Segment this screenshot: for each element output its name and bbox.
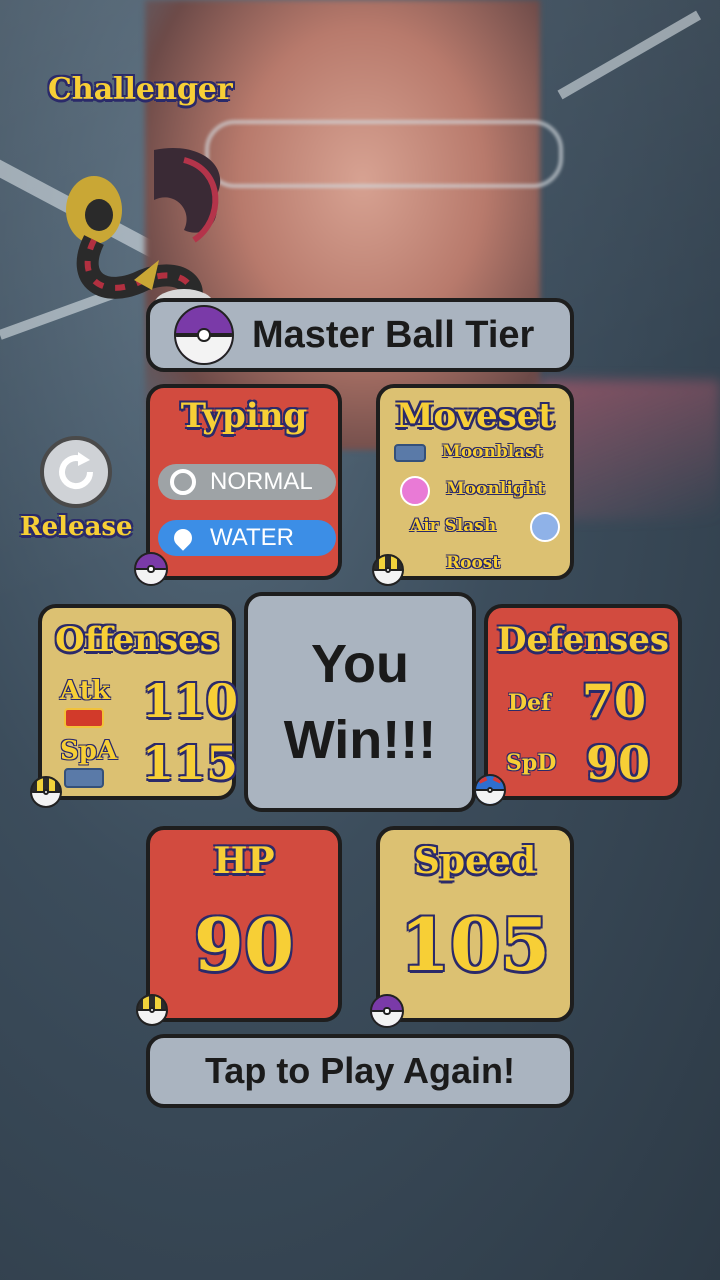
ultra-ball-icon — [30, 776, 62, 808]
type-pill-normal: NORMAL — [158, 464, 336, 500]
moveset-card: Moveset Moonblast Moonlight Air Slash Ro… — [376, 384, 574, 580]
master-ball-icon — [134, 552, 168, 586]
atk-value: 110 — [142, 674, 239, 728]
result-line-2: Win!!! — [283, 710, 437, 770]
play-again-label: Tap to Play Again! — [204, 1050, 516, 1091]
atk-label: Atk — [60, 676, 110, 706]
hp-title: HP — [213, 840, 275, 882]
spa-label: SpA — [60, 736, 118, 766]
speed-value: 105 — [399, 902, 551, 987]
great-ball-icon — [474, 774, 506, 806]
ultra-ball-icon — [372, 554, 404, 586]
master-ball-icon — [174, 305, 234, 365]
defenses-title: Defenses — [496, 620, 669, 660]
speed-card: Speed 105 — [376, 826, 574, 1022]
type-pill-water: WATER — [158, 520, 336, 556]
move-3: Air Slash — [410, 516, 497, 536]
type-label: NORMAL — [210, 468, 313, 495]
result-line-1: You — [311, 634, 409, 694]
offenses-title: Offenses — [55, 620, 219, 660]
refresh-icon — [59, 452, 94, 490]
flying-move-icon — [530, 512, 560, 542]
normal-type-icon — [170, 469, 196, 495]
hp-value: 90 — [193, 902, 295, 987]
move-1: Moonblast — [442, 442, 543, 462]
def-label: Def — [508, 690, 551, 716]
spa-value: 115 — [142, 736, 239, 790]
def-value: 70 — [582, 674, 647, 728]
fighting-type-icon — [64, 708, 104, 728]
status-move-icon — [400, 476, 430, 506]
typing-title: Typing — [180, 396, 308, 436]
defenses-card: Defenses Def 70 SpD 90 — [484, 604, 682, 800]
speed-title: Speed — [413, 840, 537, 882]
fairy-move-icon — [394, 444, 426, 462]
hp-card: HP 90 — [146, 826, 342, 1022]
typing-card: Typing NORMAL WATER — [146, 384, 342, 580]
offenses-card: Offenses Atk 110 SpA 115 — [38, 604, 239, 800]
release-button[interactable] — [40, 436, 112, 508]
master-ball-icon — [370, 994, 404, 1028]
tier-banner: Master Ball Tier — [146, 298, 574, 372]
release-label: Release — [20, 512, 133, 542]
result-panel: You Win!!! — [244, 592, 476, 812]
fairy-type-icon — [64, 768, 104, 788]
spd-value: 90 — [586, 736, 651, 790]
move-4: Roost — [446, 553, 501, 573]
water-drop-icon — [170, 525, 196, 551]
moveset-title: Moveset — [395, 396, 555, 436]
spd-label: SpD — [506, 750, 557, 776]
move-2: Moonlight — [446, 479, 545, 499]
ultra-ball-icon — [136, 994, 168, 1026]
challenger-label: Challenger — [48, 72, 233, 107]
tier-label: Master Ball Tier — [252, 313, 535, 356]
play-again-button[interactable]: Tap to Play Again! — [146, 1034, 574, 1108]
type-label: WATER — [210, 524, 294, 551]
player-glasses — [205, 120, 563, 188]
